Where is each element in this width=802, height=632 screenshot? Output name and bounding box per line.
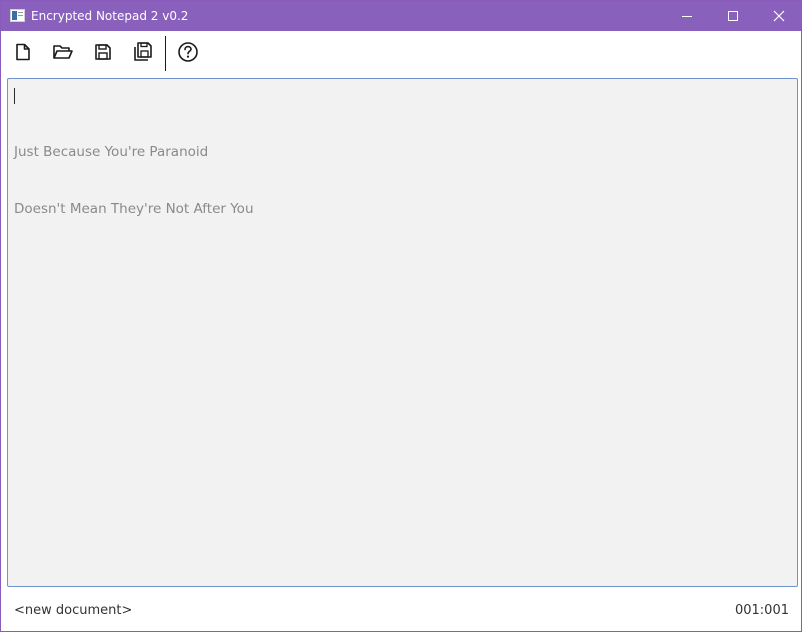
help-button[interactable] <box>172 36 204 68</box>
cursor-position: 001:001 <box>734 603 789 618</box>
editor-line: Doesn't Mean They're Not After You <box>14 201 254 217</box>
save-as-button[interactable] <box>127 36 159 68</box>
window-title: Encrypted Notepad 2 v0.2 <box>31 9 189 23</box>
app-icon <box>10 9 25 22</box>
save-button[interactable] <box>87 36 119 68</box>
text-cursor <box>14 88 15 104</box>
text-editor[interactable]: Just Because You're Paranoid Doesn't Mea… <box>7 78 798 587</box>
close-icon <box>773 10 785 22</box>
toolbar <box>1 31 801 75</box>
new-file-icon <box>16 43 30 61</box>
save-as-icon <box>134 42 152 61</box>
help-icon <box>178 42 198 62</box>
app-window: Encrypted Notepad 2 v0.2 Just Because Yo… <box>0 0 802 632</box>
maximize-button[interactable] <box>710 1 756 31</box>
open-folder-icon <box>53 45 73 59</box>
close-button[interactable] <box>756 1 802 31</box>
save-icon <box>95 44 111 60</box>
minimize-button[interactable] <box>664 1 710 31</box>
minimize-icon <box>682 16 692 17</box>
maximize-icon <box>728 11 738 21</box>
editor-line: Just Because You're Paranoid <box>14 144 209 160</box>
new-document-button[interactable] <box>7 36 39 68</box>
status-bar: <new document> 001:001 <box>1 597 801 627</box>
open-button[interactable] <box>47 36 79 68</box>
document-name: <new document> <box>14 603 133 618</box>
title-bar[interactable]: Encrypted Notepad 2 v0.2 <box>1 1 801 31</box>
toolbar-separator <box>165 36 166 71</box>
